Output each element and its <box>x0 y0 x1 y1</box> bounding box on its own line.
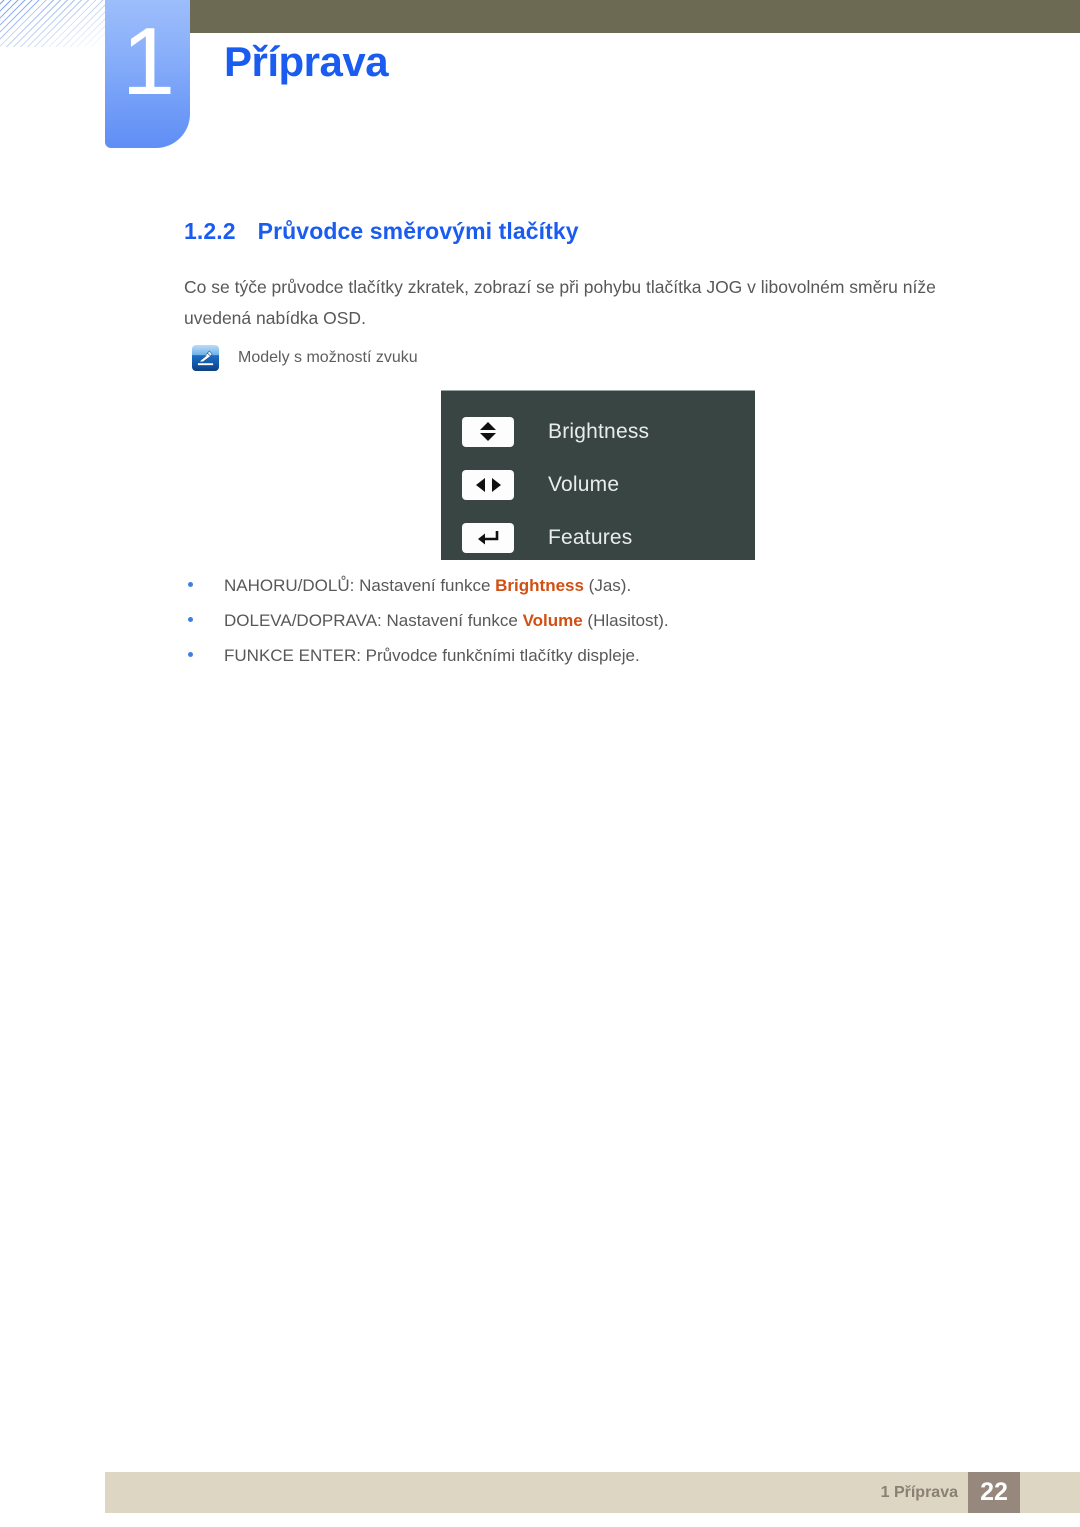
key-function-list: NAHORU/DOLŮ: Nastavení funkce Brightness… <box>188 574 988 679</box>
enter-arrow-icon <box>462 522 514 553</box>
osd-label-brightness: Brightness <box>548 419 650 443</box>
chapter-number: 1 <box>121 8 175 115</box>
list-item-prefix: DOLEVA/DOPRAVA: Nastavení funkce <box>224 611 523 630</box>
list-item-highlight: Volume <box>522 611 583 630</box>
osd-row-volume: Volume <box>441 458 755 511</box>
section-number: 1.2.2 <box>184 218 236 244</box>
chapter-title: Příprava <box>224 38 389 85</box>
bullet-dot-icon <box>188 582 193 587</box>
list-item: NAHORU/DOLŮ: Nastavení funkce Brightness… <box>188 574 988 598</box>
osd-row-brightness: Brightness <box>441 405 755 458</box>
chapter-number-tab: 1 <box>105 0 190 148</box>
list-item-prefix: NAHORU/DOLŮ: Nastavení funkce <box>224 576 496 595</box>
section-title: Průvodce směrovými tlačítky <box>257 218 579 244</box>
list-item: FUNKCE ENTER: Průvodce funkčními tlačítk… <box>188 644 988 668</box>
section-heading: 1.2.2 Průvodce směrovými tlačítky <box>184 218 579 245</box>
bullet-dot-icon <box>188 652 193 657</box>
list-item-suffix: (Hlasitost). <box>582 611 669 630</box>
note-text: Modely s možností zvuku <box>238 349 418 366</box>
note-callout: Modely s možností zvuku <box>192 345 418 371</box>
list-item-suffix: (Jas). <box>583 576 632 595</box>
osd-label-volume: Volume <box>548 472 620 496</box>
list-item: DOLEVA/DOPRAVA: Nastavení funkce Volume … <box>188 609 988 633</box>
note-pen-icon <box>192 345 219 371</box>
osd-menu-preview: Brightness Volume Features <box>441 390 755 560</box>
osd-row-features: Features <box>441 511 755 564</box>
up-down-arrows-icon <box>462 416 514 447</box>
list-item-text: FUNKCE ENTER: Průvodce funkčními tlačítk… <box>224 644 640 668</box>
intro-paragraph: Co se týče průvodce tlačítky zkratek, zo… <box>184 277 936 328</box>
corner-hatch-decoration <box>0 0 106 47</box>
bullet-dot-icon <box>188 617 193 622</box>
list-item-text: DOLEVA/DOPRAVA: Nastavení funkce Volume … <box>224 609 669 633</box>
page-number: 22 <box>968 1472 1020 1513</box>
osd-label-features: Features <box>548 525 633 549</box>
list-item-text: NAHORU/DOLŮ: Nastavení funkce Brightness… <box>224 574 631 598</box>
header-olive-bar <box>190 0 1080 33</box>
footer-chapter-label: 1 Příprava <box>880 1484 958 1501</box>
left-right-arrows-icon <box>462 469 514 500</box>
list-item-prefix: FUNKCE ENTER: Průvodce funkčními tlačítk… <box>224 646 640 665</box>
list-item-highlight: Brightness <box>495 576 584 595</box>
